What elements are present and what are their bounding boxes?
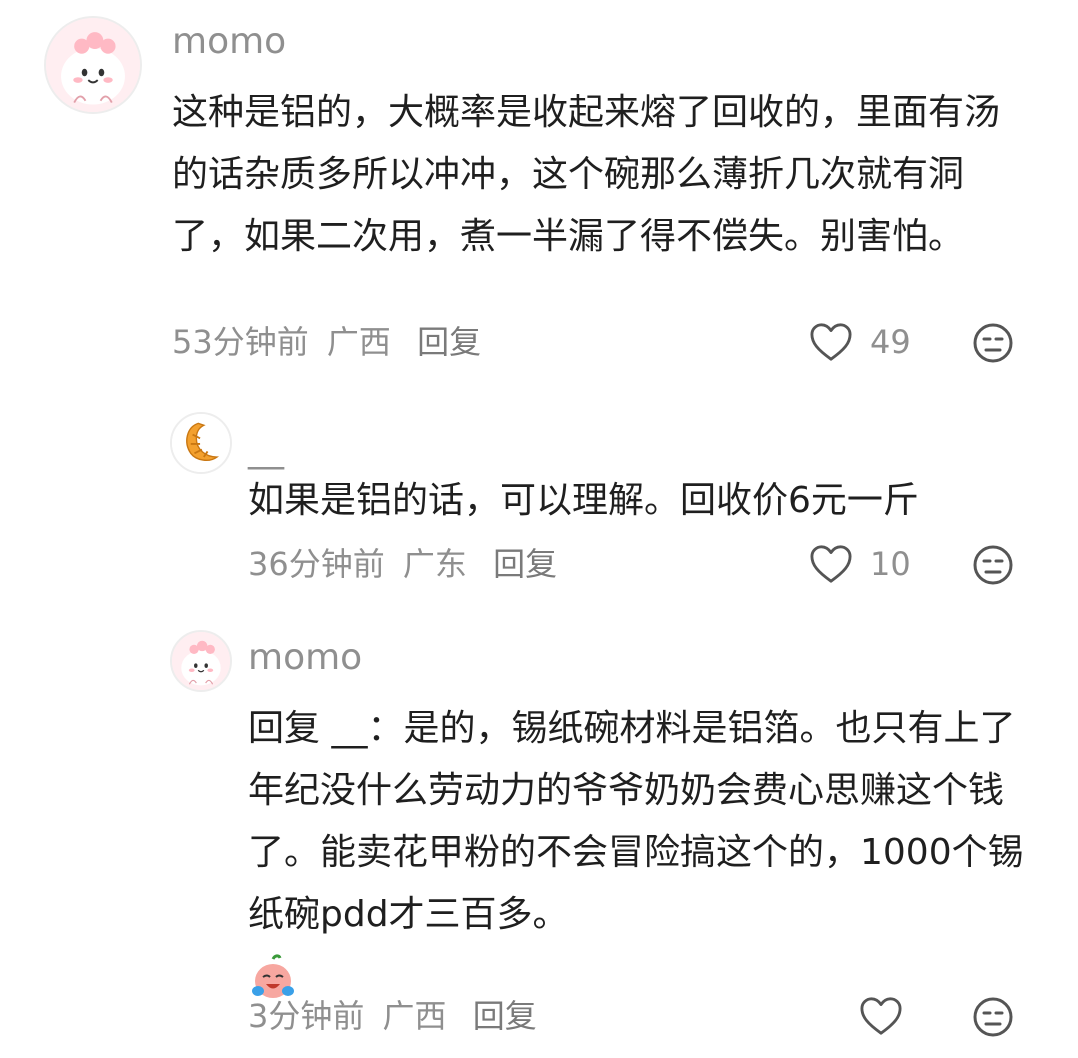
location: 广西 <box>326 323 391 361</box>
comment-text: 如果是铝的话，可以理解。回收价6元一斤 <box>248 480 919 521</box>
timestamp: 53分钟前 <box>172 323 309 361</box>
dislike-button[interactable] <box>972 996 1014 1038</box>
timestamp: 36分钟前 <box>248 545 385 583</box>
location: 广西 <box>382 997 447 1035</box>
pink-cartoon-avatar-icon <box>172 632 230 690</box>
comment-text: 这种是铝的，大概率是收起来熔了回收的，里面有汤的话杂质多所以冲冲，这个碗那么薄折… <box>172 92 1001 257</box>
timestamp: 3分钟前 <box>248 997 365 1035</box>
avatar[interactable] <box>170 412 232 474</box>
heart-icon <box>860 997 902 1035</box>
heart-icon <box>810 323 852 361</box>
comment-text: 回复 __：是的，锡纸碗材料是铝箔。也只有上了年纪没什么劳动力的爷爷奶奶会费心思… <box>248 698 1028 1008</box>
username[interactable]: __ <box>248 430 284 470</box>
dislike-button[interactable] <box>972 544 1014 586</box>
avatar[interactable] <box>170 630 232 692</box>
dislike-button[interactable] <box>972 322 1014 364</box>
avatar[interactable] <box>44 16 142 114</box>
unhappy-face-icon <box>973 323 1013 363</box>
username[interactable]: momo <box>248 638 362 678</box>
comment-meta: 36分钟前 广东 回复 <box>248 544 557 584</box>
unhappy-face-icon <box>973 997 1013 1037</box>
pink-cartoon-avatar-icon <box>46 18 140 112</box>
reply-button[interactable]: 回复 <box>473 996 537 1036</box>
like-button[interactable] <box>858 994 920 1038</box>
croissant-avatar-icon <box>172 414 230 472</box>
reply-button[interactable]: 回复 <box>417 322 481 362</box>
like-button[interactable]: 10 <box>808 542 911 586</box>
comment-body: 回复 __：是的，锡纸碗材料是铝箔。也只有上了年纪没什么劳动力的爷爷奶奶会费心思… <box>248 708 1024 935</box>
reply-item: __ 如果是铝的话，可以理解。回收价6元一斤 36分钟前 广东 回复 10 <box>0 390 1078 610</box>
reply-button[interactable]: 回复 <box>493 544 557 584</box>
heart-icon <box>810 545 852 583</box>
like-count: 10 <box>870 545 911 583</box>
like-button[interactable]: 49 <box>808 320 911 364</box>
location: 广东 <box>402 545 467 583</box>
unhappy-face-icon <box>973 545 1013 585</box>
comment-item: momo 这种是铝的，大概率是收起来熔了回收的，里面有汤的话杂质多所以冲冲，这个… <box>0 0 1078 380</box>
comment-meta: 3分钟前 广西 回复 <box>248 996 537 1036</box>
username[interactable]: momo <box>172 22 286 62</box>
reply-item: momo 回复 __：是的，锡纸碗材料是铝箔。也只有上了年纪没什么劳动力的爷爷奶… <box>0 620 1078 1058</box>
like-count: 49 <box>870 323 911 361</box>
comment-meta: 53分钟前 广西 回复 <box>172 322 481 362</box>
